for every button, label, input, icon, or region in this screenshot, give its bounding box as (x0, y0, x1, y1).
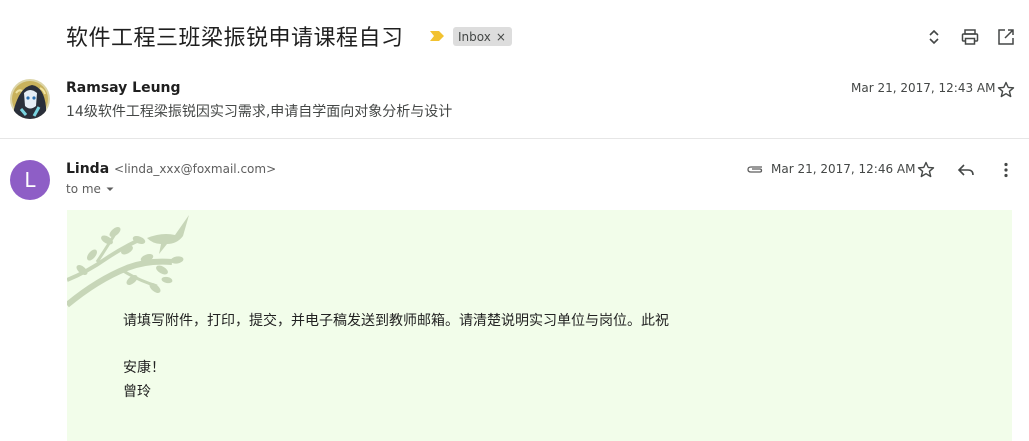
expand-collapse-icon (929, 29, 939, 45)
message-date: Mar 21, 2017, 12:46 AM (771, 162, 916, 176)
more-vert-icon (1004, 162, 1008, 178)
print-icon (961, 29, 979, 45)
more-options-button[interactable] (994, 158, 1018, 182)
reply-button[interactable] (954, 158, 978, 182)
body-line: 请填写附件，打印，提交，并电子稿发送到教师邮箱。请清楚说明实习单位与岗位。此祝 (123, 313, 669, 329)
inbox-label-text: Inbox (458, 29, 491, 44)
sender-header: Linda <linda_xxx@foxmail.com> (66, 161, 276, 177)
message-date: Mar 21, 2017, 12:43 AM (851, 81, 996, 95)
sender-email: <linda_xxx@foxmail.com> (114, 162, 277, 176)
message-snippet[interactable]: 14级软件工程梁振锐因实习需求,申请自学面向对象分析与设计 (66, 101, 452, 121)
avatar-illustration-icon (10, 79, 50, 119)
star-icon (917, 161, 935, 178)
open-in-new-window-icon (998, 29, 1014, 45)
message-body: 请填写附件，打印，提交，并电子稿发送到教师邮箱。请清楚说明实习单位与岗位。此祝 … (67, 210, 1012, 441)
thread-subject: 软件工程三班梁振锐申请课程自习 (66, 26, 404, 51)
remove-label-icon[interactable]: × (496, 30, 506, 44)
attachment-icon (747, 166, 763, 173)
body-line: 安康！ (123, 360, 165, 376)
sender-name: Ramsay Leung (66, 80, 181, 96)
signature: 曾玲 (123, 384, 151, 400)
star-button[interactable] (994, 78, 1018, 102)
recipient-details-toggle[interactable]: to me (66, 182, 115, 196)
expand-collapse-button[interactable] (922, 25, 946, 49)
importance-marker-icon[interactable] (430, 30, 444, 42)
star-icon (997, 81, 1015, 98)
message-divider (0, 138, 1029, 139)
print-button[interactable] (958, 25, 982, 49)
avatar-letter: L (24, 168, 36, 192)
star-button[interactable] (914, 158, 938, 182)
chevron-down-icon (106, 187, 114, 191)
ramsay-avatar[interactable] (10, 79, 50, 119)
sender-name[interactable]: Linda (66, 161, 109, 177)
recipient-label: to me (66, 182, 101, 196)
linda-avatar[interactable]: L (10, 160, 50, 200)
open-in-new-window-button[interactable] (994, 25, 1018, 49)
reply-icon (957, 164, 974, 176)
inbox-label-badge: Inbox × (453, 27, 512, 46)
